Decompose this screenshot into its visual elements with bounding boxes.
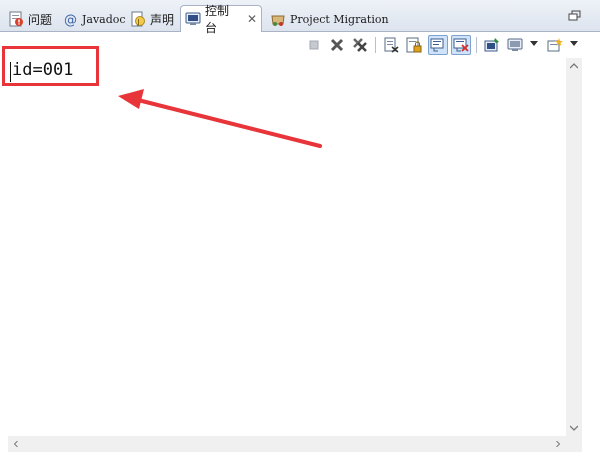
remove-all-terminated-button[interactable] <box>350 35 370 55</box>
problems-icon <box>8 11 24 27</box>
chevron-down-icon <box>570 425 578 431</box>
scroll-left-arrow[interactable] <box>8 436 24 452</box>
tab-problems[interactable]: 问题 <box>4 6 56 32</box>
scroll-lock-button[interactable] <box>404 35 424 55</box>
restore-icon[interactable] <box>568 10 582 22</box>
toolbar-separator <box>476 37 477 53</box>
show-on-stderr-icon <box>453 38 469 52</box>
tab-project-migration[interactable]: Project Migration <box>266 6 393 32</box>
terminate-button[interactable] <box>304 35 324 55</box>
show-on-stderr-button[interactable] <box>451 35 471 55</box>
terminate-icon <box>309 40 319 50</box>
declaration-icon: J <box>130 11 146 27</box>
pin-console-icon <box>484 38 499 52</box>
tab-console-label: 控制台 <box>205 4 230 35</box>
tab-javadoc[interactable]: @ Javadoc <box>58 6 130 32</box>
project-migration-icon <box>270 11 286 27</box>
pin-console-button[interactable] <box>482 35 502 55</box>
scroll-right-arrow[interactable] <box>550 436 566 452</box>
display-console-button[interactable] <box>505 35 525 55</box>
tab-declaration-label: 声明 <box>150 12 175 27</box>
annotation-highlight-box <box>2 46 99 86</box>
remove-launch-icon <box>330 38 344 52</box>
scroll-lock-icon <box>406 37 422 53</box>
scroll-up-arrow[interactable] <box>566 58 582 74</box>
clear-console-button[interactable] <box>381 35 401 55</box>
chevron-up-icon <box>570 63 578 69</box>
open-console-icon <box>547 38 563 52</box>
word-wrap-button[interactable] <box>428 35 448 55</box>
tab-javadoc-label: Javadoc <box>82 12 126 26</box>
console-icon <box>185 11 201 27</box>
scrollbar-corner <box>566 436 582 452</box>
clear-console-icon <box>384 37 399 53</box>
remove-launch-button[interactable] <box>327 35 347 55</box>
tab-declaration[interactable]: J 声明 <box>126 6 178 32</box>
scroll-down-arrow[interactable] <box>566 420 582 436</box>
tab-problems-label: 问题 <box>28 12 53 27</box>
javadoc-at-icon: @ <box>62 11 78 27</box>
view-tab-bar: 问题 @ Javadoc J 声明 控制台 ✕ Project Migratio… <box>0 0 600 35</box>
close-icon[interactable]: ✕ <box>247 12 257 26</box>
open-console-dropdown[interactable] <box>570 41 578 47</box>
remove-all-terminated-icon <box>353 38 367 52</box>
chevron-left-icon <box>13 441 18 447</box>
tab-console[interactable]: 控制台 ✕ <box>180 4 262 35</box>
console-output-area[interactable]: id=001 <box>0 58 566 436</box>
chevron-right-icon <box>556 441 561 447</box>
toolbar-separator <box>375 37 376 53</box>
tab-project-migration-label: Project Migration <box>290 12 389 26</box>
svg-text:J: J <box>137 18 140 26</box>
chevron-down-icon <box>530 41 538 46</box>
horizontal-scrollbar[interactable] <box>8 436 566 452</box>
display-console-icon <box>507 38 523 51</box>
word-wrap-icon <box>430 38 444 52</box>
chevron-down-icon <box>570 41 578 46</box>
open-console-button[interactable] <box>545 35 565 55</box>
display-console-dropdown[interactable] <box>530 41 538 47</box>
vertical-scrollbar[interactable] <box>566 58 582 436</box>
svg-text:@: @ <box>64 13 77 27</box>
